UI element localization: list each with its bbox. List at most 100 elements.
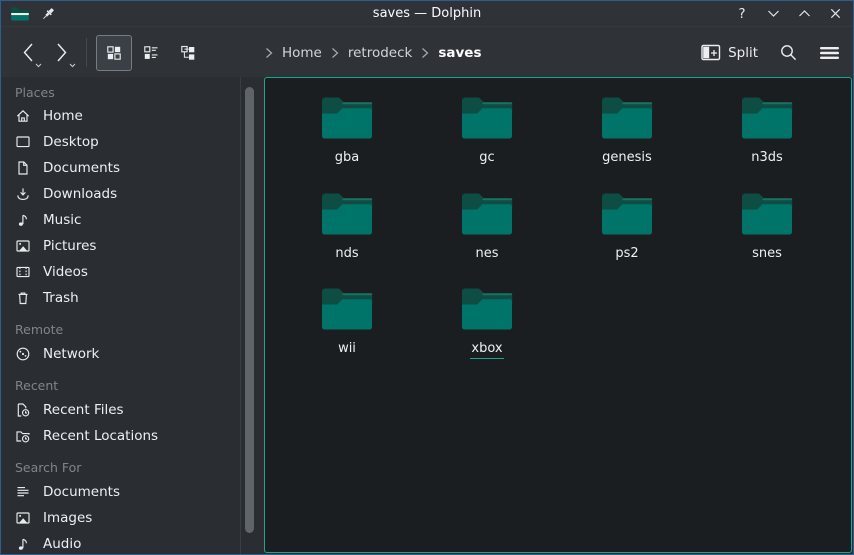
search-icon[interactable] — [779, 43, 798, 62]
text-lines-icon — [15, 484, 31, 500]
section-header-remote: Remote — [15, 319, 241, 341]
network-icon — [15, 346, 31, 362]
hamburger-menu-icon[interactable] — [819, 45, 840, 61]
sidebar-item-label: Audio — [43, 536, 81, 552]
folder-label: xbox — [470, 341, 503, 359]
sidebar-item-label: Trash — [43, 290, 79, 306]
back-button[interactable] — [13, 36, 43, 70]
breadcrumb-item-retrodeck[interactable]: retrodeck — [348, 45, 412, 61]
caret-down-icon — [35, 63, 42, 68]
folder-teal-icon — [601, 96, 653, 140]
sidebar-item-documents[interactable]: Documents — [15, 155, 241, 181]
window-controls: ? — [734, 1, 843, 26]
sidebar-item-label: Pictures — [43, 238, 96, 254]
sidebar-item-downloads[interactable]: Downloads — [15, 181, 241, 207]
breadcrumb-chevron-icon — [331, 47, 339, 59]
section-header-recent: Recent — [15, 375, 241, 397]
folder-teal-icon — [741, 96, 793, 140]
home-icon — [15, 108, 31, 124]
sidebar-item-network[interactable]: Network — [15, 341, 241, 367]
close-button[interactable] — [827, 5, 843, 23]
folder-view[interactable]: gba gc genesis n3ds nds nes ps2 snes wii… — [264, 77, 852, 553]
sidebar-item-images[interactable]: Images — [15, 505, 241, 531]
toolbar-separator — [86, 38, 87, 67]
folder-item-gba[interactable]: gba — [277, 90, 417, 186]
sidebar-item-music[interactable]: Music — [15, 207, 241, 233]
folder-item-nes[interactable]: nes — [417, 186, 557, 282]
folder-teal-icon — [601, 192, 653, 236]
breadcrumb-chevron-icon — [421, 47, 429, 59]
window-title: saves — Dolphin — [1, 1, 853, 26]
help-button[interactable]: ? — [734, 5, 750, 23]
folder-label: gc — [478, 150, 495, 165]
sidebar-item-label: Recent Locations — [43, 428, 158, 444]
folder-grid: gba gc genesis n3ds nds nes ps2 snes wii… — [265, 78, 851, 377]
sidebar-item-label: Documents — [43, 484, 120, 500]
view-icons-icon — [106, 45, 122, 61]
sidebar-item-home[interactable]: Home — [15, 103, 241, 129]
sidebar: PlacesHomeDesktopDocumentsDownloadsMusic… — [1, 77, 241, 554]
sidebar-item-audio[interactable]: Audio — [15, 531, 241, 554]
folder-teal-icon — [461, 192, 513, 236]
chevron-left-icon — [21, 42, 35, 63]
tree-view-button[interactable] — [170, 35, 206, 71]
folder-item-gc[interactable]: gc — [417, 90, 557, 186]
icons-view-button[interactable] — [96, 35, 132, 71]
split-button-label: Split — [728, 45, 758, 61]
recent-folder-icon — [15, 428, 31, 444]
view-tree-icon — [180, 45, 196, 61]
folder-item-snes[interactable]: snes — [697, 186, 837, 282]
folder-label: genesis — [601, 150, 653, 165]
folder-label: n3ds — [750, 150, 784, 165]
sidebar-item-label: Documents — [43, 160, 120, 176]
desktop-icon — [15, 134, 31, 150]
folder-label: gba — [334, 150, 360, 165]
trash-icon — [15, 290, 31, 306]
folder-label: nds — [334, 246, 359, 261]
folder-item-n3ds[interactable]: n3ds — [697, 90, 837, 186]
sidebar-item-label: Music — [43, 212, 81, 228]
maximize-button[interactable] — [796, 5, 812, 23]
folder-teal-icon — [461, 287, 513, 331]
folder-item-wii[interactable]: wii — [277, 281, 417, 377]
folder-item-nds[interactable]: nds — [277, 186, 417, 282]
music-note-icon — [15, 212, 31, 228]
sidebar-item-pictures[interactable]: Pictures — [15, 233, 241, 259]
toolbar: Home retrodeck saves Split — [1, 26, 853, 78]
content-area: PlacesHomeDesktopDocumentsDownloadsMusic… — [1, 77, 853, 554]
folder-teal-icon — [321, 287, 373, 331]
sidebar-item-documents[interactable]: Documents — [15, 479, 241, 505]
sidebar-splitter[interactable] — [240, 77, 241, 554]
minimize-button[interactable] — [765, 5, 781, 23]
sidebar-item-trash[interactable]: Trash — [15, 285, 241, 311]
folder-item-ps2[interactable]: ps2 — [557, 186, 697, 282]
sidebar-item-label: Images — [43, 510, 92, 526]
compact-view-button[interactable] — [133, 35, 169, 71]
sidebar-item-recent-files[interactable]: Recent Files — [15, 397, 241, 423]
sidebar-item-desktop[interactable]: Desktop — [15, 129, 241, 155]
sidebar-item-recent-locations[interactable]: Recent Locations — [15, 423, 241, 449]
music-note-icon — [15, 536, 31, 552]
folder-teal-icon — [321, 192, 373, 236]
folder-label: ps2 — [614, 246, 639, 261]
sidebar-item-label: Recent Files — [43, 402, 124, 418]
dolphin-window: saves — Dolphin ? — [0, 0, 854, 555]
breadcrumb-item-home[interactable]: Home — [282, 45, 322, 61]
sidebar-item-label: Downloads — [43, 186, 117, 202]
folder-label: snes — [751, 246, 783, 261]
breadcrumb-current[interactable]: saves — [438, 45, 481, 61]
folder-item-xbox[interactable]: xbox — [417, 281, 557, 377]
document-icon — [15, 160, 31, 176]
film-icon — [15, 264, 31, 280]
sidebar-item-label: Home — [43, 108, 83, 124]
split-button[interactable]: Split — [701, 44, 758, 61]
chevron-right-icon — [55, 42, 69, 63]
view-compact-icon — [143, 45, 159, 61]
sidebar-scrollbar-thumb[interactable] — [245, 87, 254, 533]
breadcrumb: Home retrodeck saves — [265, 27, 482, 78]
forward-button[interactable] — [47, 36, 77, 70]
folder-item-genesis[interactable]: genesis — [557, 90, 697, 186]
recent-file-icon — [15, 402, 31, 418]
sidebar-item-videos[interactable]: Videos — [15, 259, 241, 285]
sidebar-item-label: Network — [43, 346, 99, 362]
